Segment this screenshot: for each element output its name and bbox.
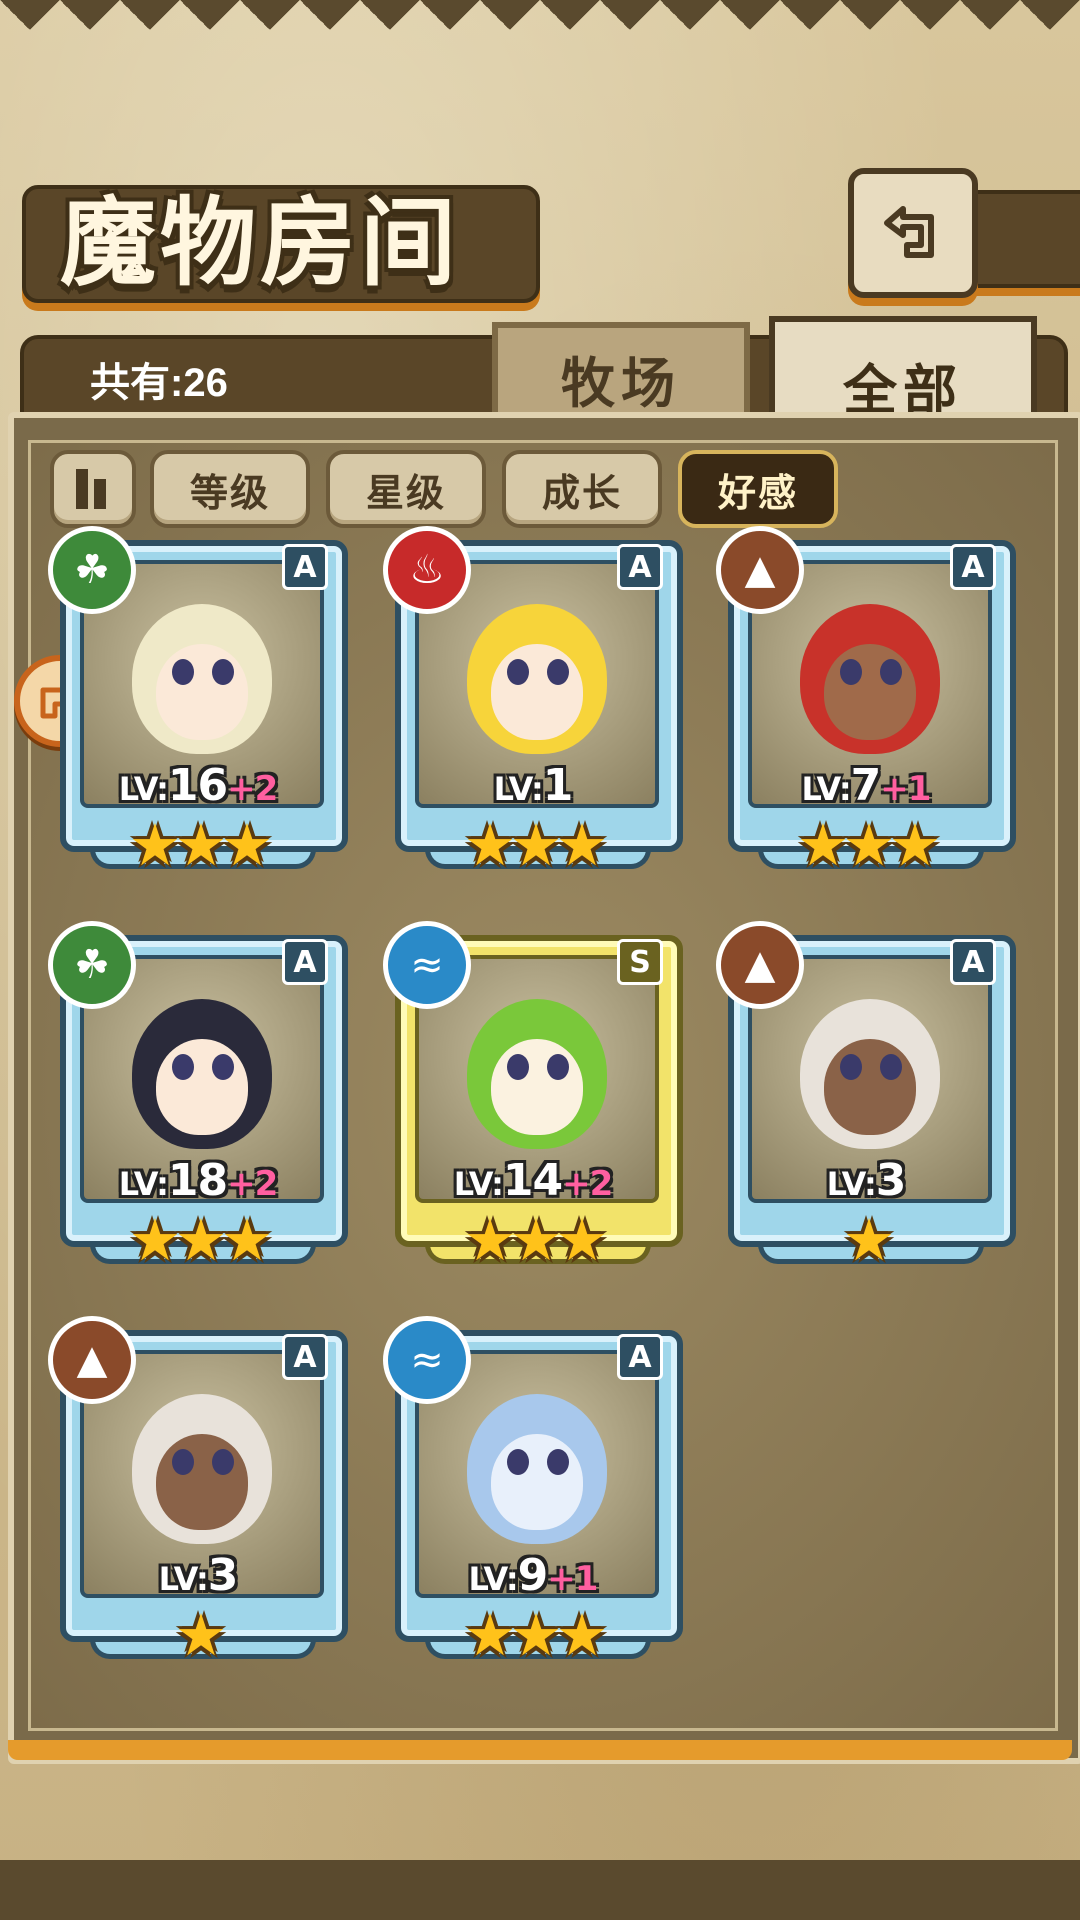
rank-badge: A (617, 1334, 663, 1380)
level-prefix: LV: (801, 770, 852, 808)
filter-growth-button[interactable]: 成长 (502, 450, 662, 528)
panel-rim (8, 1740, 1072, 1760)
sort-order-icon (76, 469, 110, 509)
star-rating: ★ (175, 1601, 227, 1669)
monster-eye (507, 1449, 529, 1475)
monster-face (156, 1434, 248, 1530)
monster-card[interactable]: A ♨ LV:1 ★★★ (383, 526, 683, 874)
filter-level-button[interactable]: 等级 (150, 450, 310, 528)
level-number: 16 (167, 760, 228, 811)
monster-face (491, 1434, 583, 1530)
monster-eye (212, 1449, 234, 1475)
mountain-icon: ▲ (716, 921, 804, 1009)
monster-eye (880, 659, 902, 685)
monster-card[interactable]: A ▲ LV:3 ★ (716, 921, 1016, 1269)
monster-eye (172, 1449, 194, 1475)
page-title: 魔物房间 (60, 186, 460, 299)
level-number: 7 (850, 760, 882, 811)
level-bonus: +1 (547, 1559, 598, 1599)
level-number: 18 (167, 1155, 228, 1206)
mountain-icon: ▲ (716, 526, 804, 614)
back-bar (960, 190, 1080, 288)
back-button[interactable] (848, 168, 978, 298)
mountain-icon: ▲ (48, 1316, 136, 1404)
level-prefix: LV: (453, 1165, 504, 1203)
star-rating: ★★★ (464, 1601, 608, 1669)
monster-card[interactable]: A ▲ LV:7+1 ★★★ (716, 526, 1016, 874)
monster-eye (547, 1054, 569, 1080)
monster-eye (547, 1449, 569, 1475)
monster-face (824, 644, 916, 740)
filter-affection-button[interactable]: 好感 (678, 450, 838, 528)
monster-card[interactable]: S ≈ LV:14+2 ★★★ (383, 921, 683, 1269)
level-bonus: +2 (227, 1164, 278, 1204)
monster-count: 共有:26 (90, 361, 228, 405)
top-border (0, 0, 1080, 70)
rank-badge: A (617, 544, 663, 590)
rank-badge: A (282, 544, 328, 590)
monster-eye (840, 659, 862, 685)
monster-face (491, 1039, 583, 1135)
star-rating: ★★★ (464, 811, 608, 879)
filter-star-button[interactable]: 星级 (326, 450, 486, 528)
monster-card[interactable]: A ≈ LV:9+1 ★★★ (383, 1316, 683, 1664)
monster-eye (880, 1054, 902, 1080)
monster-level: LV:16+2 (50, 760, 346, 811)
level-prefix: LV: (118, 1165, 169, 1203)
monster-eye (840, 1054, 862, 1080)
bottom-border (0, 1800, 1080, 1920)
rank-badge: A (282, 1334, 328, 1380)
monster-face (156, 644, 248, 740)
star-rating: ★★★ (797, 811, 941, 879)
monster-face (824, 1039, 916, 1135)
monster-eye (172, 659, 194, 685)
monster-level: LV:3 (50, 1550, 346, 1601)
monster-eye (212, 659, 234, 685)
monster-eye (212, 1054, 234, 1080)
level-prefix: LV: (468, 1560, 519, 1598)
monster-level: LV:14+2 (385, 1155, 681, 1206)
monster-card[interactable]: A ▲ LV:3 ★ (48, 1316, 348, 1664)
water-waves-icon: ≈ (383, 921, 471, 1009)
level-bonus: +2 (562, 1164, 613, 1204)
flame-icon: ♨ (383, 526, 471, 614)
level-number: 1 (542, 760, 574, 811)
monster-eye (547, 659, 569, 685)
star-rating: ★★★ (464, 1206, 608, 1274)
monster-level: LV:7+1 (718, 760, 1014, 811)
monster-eye (507, 659, 529, 685)
leaf-icon: ☘ (48, 526, 136, 614)
monster-card[interactable]: A ☘ LV:18+2 ★★★ (48, 921, 348, 1269)
level-prefix: LV: (826, 1165, 877, 1203)
level-prefix: LV: (118, 770, 169, 808)
monster-level: LV:3 (718, 1155, 1014, 1206)
level-number: 9 (517, 1550, 549, 1601)
monster-eye (507, 1054, 529, 1080)
level-prefix: LV: (158, 1560, 209, 1598)
leaf-icon: ☘ (48, 921, 136, 1009)
rank-badge: A (282, 939, 328, 985)
monster-face (156, 1039, 248, 1135)
rank-badge: S (617, 939, 663, 985)
monster-face (491, 644, 583, 740)
level-prefix: LV: (493, 770, 544, 808)
monster-eye (172, 1054, 194, 1080)
star-rating: ★★★ (129, 811, 273, 879)
level-number: 14 (502, 1155, 563, 1206)
monster-level: LV:9+1 (385, 1550, 681, 1601)
monster-level: LV:1 (385, 760, 681, 811)
monster-card[interactable]: A ☘ LV:16+2 ★★★ (48, 526, 348, 874)
rank-badge: A (950, 939, 996, 985)
level-bonus: +1 (880, 769, 931, 809)
monster-level: LV:18+2 (50, 1155, 346, 1206)
star-rating: ★★★ (129, 1206, 273, 1274)
rank-badge: A (950, 544, 996, 590)
return-arrow-icon (884, 206, 934, 258)
level-number: 3 (207, 1550, 239, 1601)
level-bonus: +2 (227, 769, 278, 809)
water-waves-icon: ≈ (383, 1316, 471, 1404)
sort-order-button[interactable] (50, 450, 136, 528)
star-rating: ★ (843, 1206, 895, 1274)
level-number: 3 (875, 1155, 907, 1206)
